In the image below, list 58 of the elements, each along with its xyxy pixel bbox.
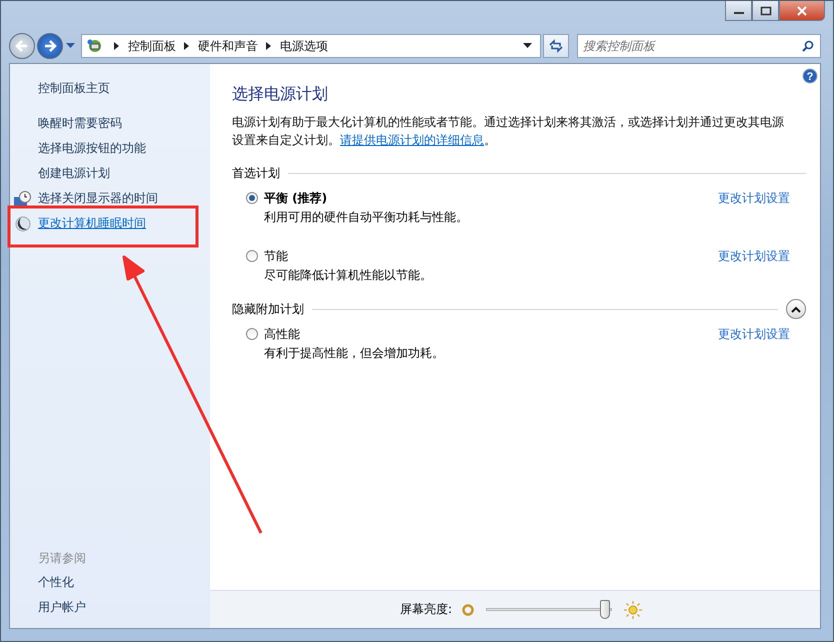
breadcrumb-item[interactable]: 控制面板	[128, 38, 176, 54]
sidebar-link[interactable]: 创建电源计划	[38, 165, 110, 182]
control-panel-icon	[86, 38, 104, 54]
plan-name: 节能	[264, 248, 289, 264]
group-heading: 隐藏附加计划	[232, 300, 304, 318]
moon-icon	[14, 216, 32, 232]
radio-button[interactable]	[246, 192, 258, 204]
plan-description: 尽可能降低计算机性能以节能。	[263, 267, 433, 284]
sidebar-link[interactable]: 个性化	[38, 574, 74, 591]
plan-name: 平衡 (推荐)	[264, 190, 328, 206]
brightness-label: 屏幕亮度:	[400, 601, 452, 618]
description-text: 电源计划有助于最大化计算机的性能或者节能。通过选择计划来将其激活，或选择计划并通过更改其电源设置来自定义计划。请提供电源计划的详细信息。	[232, 114, 785, 149]
back-arrow-icon	[15, 39, 29, 53]
plan-settings-link[interactable]: 更改计划设置	[718, 326, 790, 342]
brightness-slider[interactable]	[486, 598, 612, 620]
address-bar[interactable]: 控制面板 硬件和声音 电源选项	[81, 34, 541, 58]
help-icon[interactable]: ?	[802, 68, 818, 84]
close-icon	[796, 6, 808, 16]
breadcrumb-item[interactable]: 硬件和声音	[198, 38, 258, 54]
maximize-button[interactable]	[752, 1, 779, 21]
section-heading: 另请参阅	[38, 550, 87, 567]
close-button[interactable]	[779, 1, 825, 21]
chevron-right-icon	[184, 42, 190, 50]
refresh-button[interactable]	[543, 34, 569, 58]
clock-icon	[14, 190, 32, 206]
slider-thumb[interactable]	[600, 600, 610, 618]
collapse-button[interactable]	[786, 299, 806, 319]
sidebar-link[interactable]: 选择电源按钮的功能	[38, 140, 146, 157]
sidebar-link[interactable]: 用户帐户	[38, 599, 86, 616]
refresh-icon	[548, 39, 564, 53]
forward-button[interactable]	[37, 33, 63, 59]
chevron-right-icon	[266, 42, 272, 50]
dim-sun-icon	[462, 604, 474, 616]
sidebar-link[interactable]: 更改计算机睡眠时间	[38, 215, 146, 232]
search-icon[interactable]	[802, 40, 814, 52]
bright-sun-icon	[624, 600, 642, 618]
radio-button[interactable]	[246, 250, 258, 262]
search-field[interactable]: 搜索控制面板	[577, 34, 821, 58]
chevron-right-icon	[114, 42, 120, 50]
sidebar-link[interactable]: 唤醒时需要密码	[38, 115, 122, 132]
minimize-button[interactable]	[725, 1, 752, 21]
plan-description: 利用可用的硬件自动平衡功耗与性能。	[263, 209, 469, 226]
plan-settings-link[interactable]: 更改计划设置	[718, 248, 790, 264]
details-link[interactable]: 请提供电源计划的详细信息	[340, 133, 484, 147]
dropdown-arrow-icon[interactable]	[523, 43, 532, 49]
plan-settings-link[interactable]: 更改计划设置	[718, 190, 790, 206]
page-title: 选择电源计划	[232, 84, 329, 105]
sidebar-link[interactable]: 控制面板主页	[38, 80, 210, 100]
forward-arrow-icon	[43, 39, 57, 53]
sidebar-link[interactable]: 选择关闭显示器的时间	[38, 190, 158, 207]
back-button[interactable]	[9, 33, 35, 59]
maximize-icon	[760, 6, 772, 16]
plan-description: 有利于提高性能，但会增加功耗。	[263, 345, 445, 362]
group-heading: 首选计划	[232, 164, 280, 182]
breadcrumb-item[interactable]: 电源选项	[280, 38, 328, 54]
chevron-up-icon	[791, 306, 801, 312]
plan-name: 高性能	[264, 326, 301, 342]
radio-button[interactable]	[246, 328, 258, 340]
